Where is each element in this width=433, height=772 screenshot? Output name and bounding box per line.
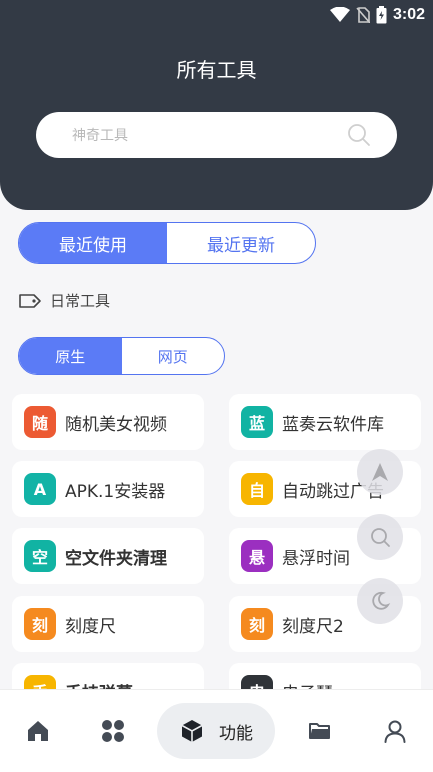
- user-icon: [384, 720, 406, 743]
- status-bar: 3:02: [329, 4, 425, 26]
- page-title: 所有工具: [176, 58, 257, 82]
- type-tabs: 原生 网页: [18, 337, 225, 375]
- tool-icon: 悬: [241, 540, 273, 572]
- nav-functions[interactable]: 功能: [157, 703, 275, 759]
- tool-name: 刻度尺2: [282, 616, 344, 637]
- tool-name: 空文件夹清理: [65, 548, 167, 569]
- tool-name: 刻度尺: [65, 616, 116, 637]
- tool-icon: 自: [241, 473, 273, 505]
- tool-icon: 刻: [241, 608, 273, 640]
- tool-card[interactable]: 随 随机美女视频: [12, 394, 204, 450]
- section-label: 日常工具: [50, 292, 111, 310]
- search-icon: [371, 528, 390, 547]
- nav-home[interactable]: [16, 690, 60, 772]
- tool-name: 蓝奏云软件库: [282, 414, 384, 435]
- nav-apps[interactable]: [91, 690, 135, 772]
- search-placeholder: 神奇工具: [72, 128, 128, 144]
- battery-icon: [376, 6, 387, 24]
- tool-name: APK.1安装器: [65, 481, 166, 502]
- home-icon: [28, 721, 48, 741]
- status-time: 3:02: [392, 6, 425, 23]
- no-sim-icon: [356, 7, 370, 23]
- moon-icon: [372, 591, 391, 610]
- tool-card[interactable]: 刻 刻度尺: [12, 596, 204, 652]
- nav-files[interactable]: [298, 690, 342, 772]
- folder-icon: [309, 723, 330, 739]
- search-input[interactable]: 神奇工具: [36, 112, 397, 158]
- search-icon[interactable]: [347, 123, 371, 147]
- wifi-icon: [329, 7, 350, 22]
- section-header: 日常工具: [18, 290, 110, 311]
- search-fab[interactable]: [357, 514, 403, 560]
- nav-profile[interactable]: [373, 690, 417, 772]
- bottom-nav: 功能: [0, 689, 433, 772]
- tab-recent-updated[interactable]: 最近更新: [167, 223, 315, 263]
- nav-functions-label: 功能: [219, 723, 253, 744]
- tool-name: 悬浮时间: [282, 548, 350, 569]
- cube-icon: [181, 720, 203, 742]
- tag-icon: [19, 293, 41, 308]
- tool-icon: 刻: [24, 608, 56, 640]
- header: 3:02 所有工具 神奇工具: [0, 0, 433, 210]
- tool-icon: 蓝: [241, 406, 273, 438]
- tab-web[interactable]: 网页: [122, 338, 225, 374]
- tool-icon: 随: [24, 406, 56, 438]
- navigation-arrow-icon: [372, 463, 388, 481]
- tool-card[interactable]: 蓝 蓝奏云软件库: [229, 394, 421, 450]
- tab-native[interactable]: 原生: [19, 338, 122, 374]
- apps-grid-icon: [102, 720, 124, 742]
- tool-card[interactable]: A APK.1安装器: [12, 461, 204, 517]
- tool-card[interactable]: 空 空文件夹清理: [12, 528, 204, 584]
- tool-icon: A: [24, 473, 56, 505]
- navigate-fab[interactable]: [357, 449, 403, 495]
- tool-icon: 空: [24, 540, 56, 572]
- night-mode-fab[interactable]: [357, 578, 403, 624]
- tool-name: 随机美女视频: [65, 414, 167, 435]
- recent-tabs: 最近使用 最近更新: [18, 222, 316, 264]
- tab-recent-used[interactable]: 最近使用: [19, 223, 167, 263]
